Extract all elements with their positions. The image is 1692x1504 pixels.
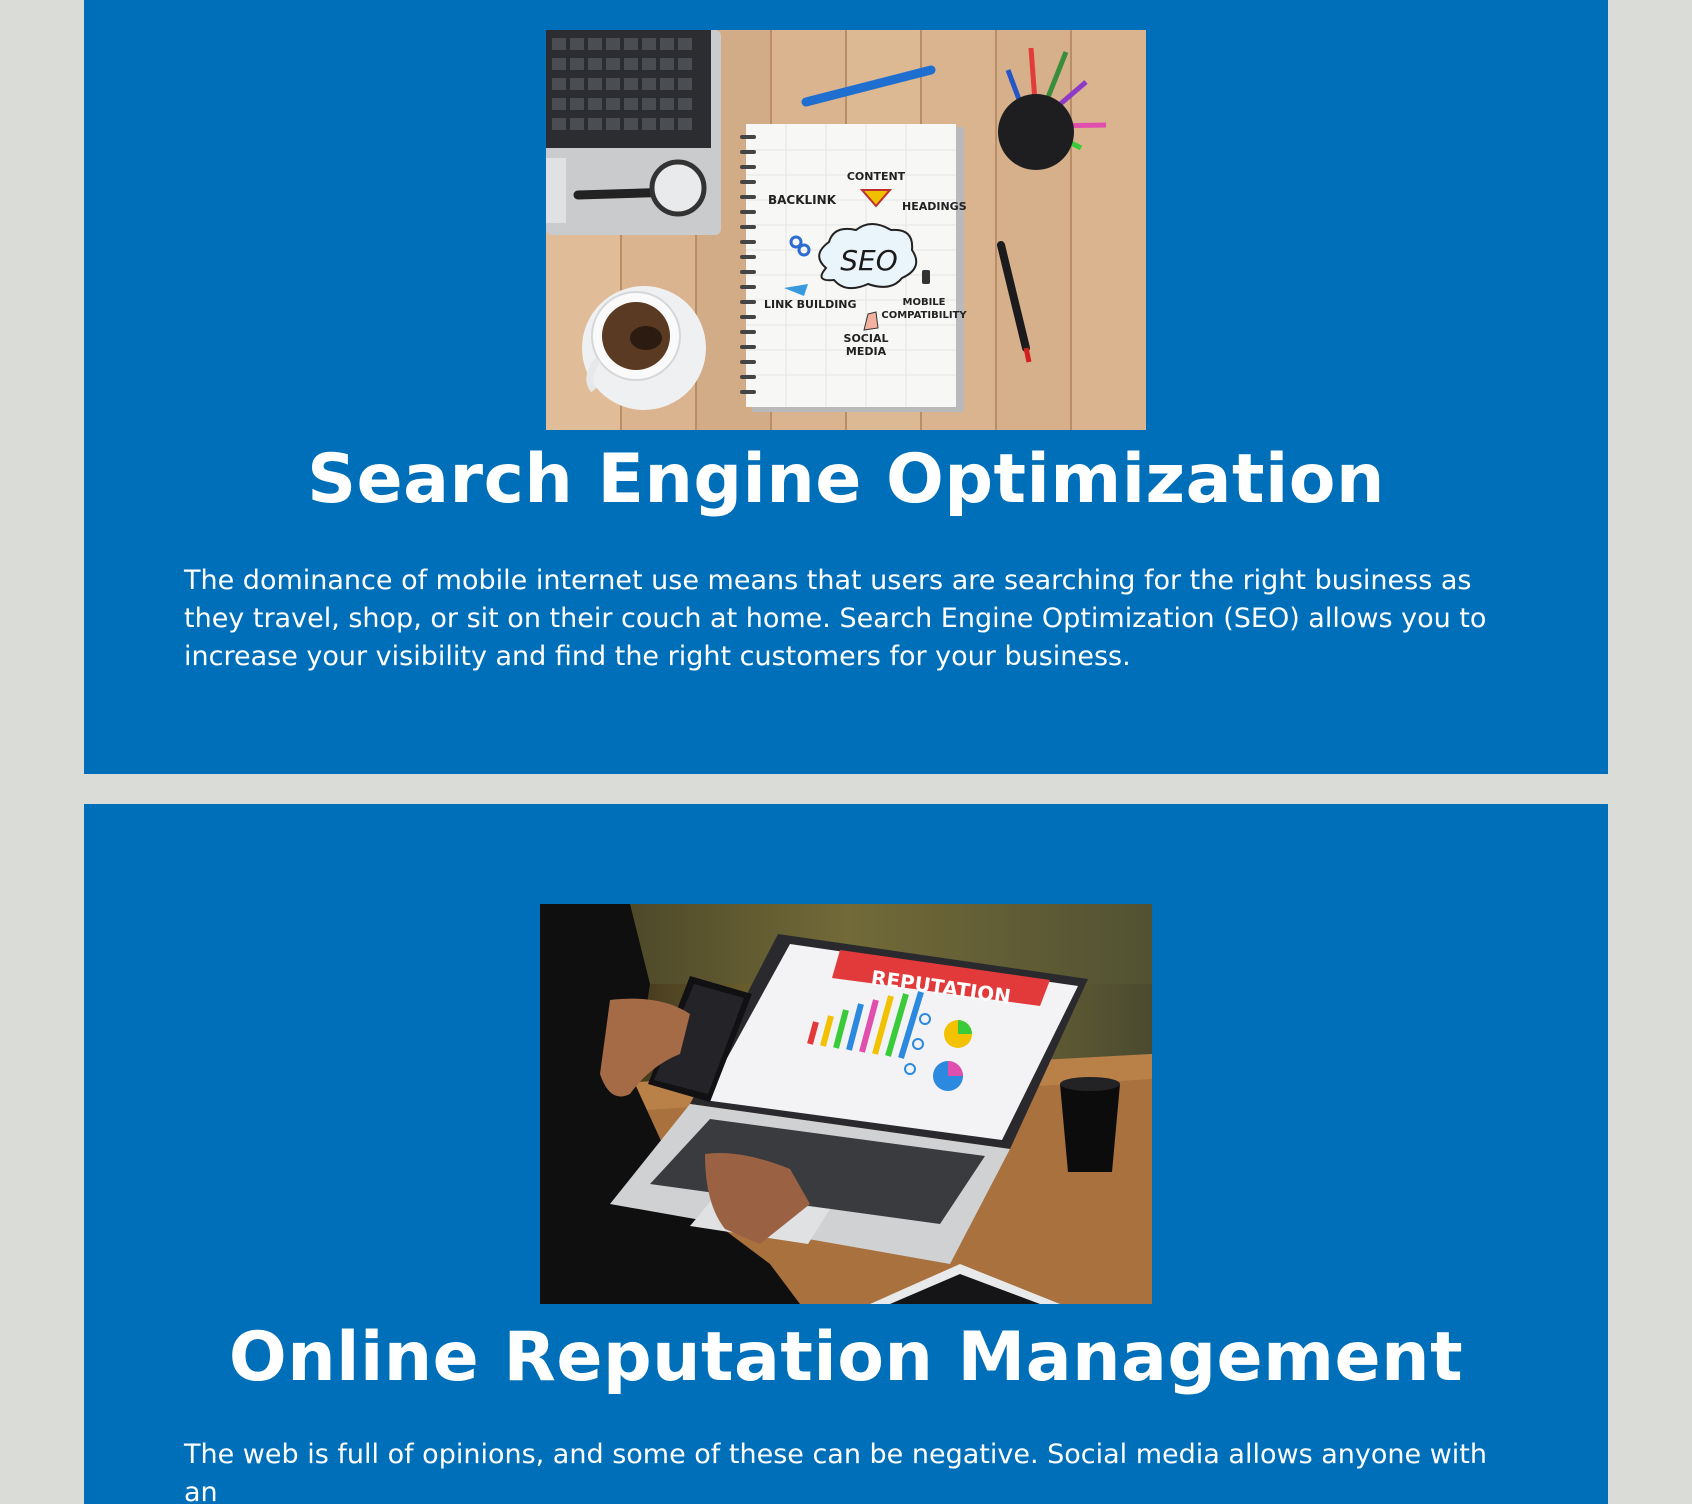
notebook-label-mobile: MOBILE xyxy=(903,297,946,308)
notebook-label-social: SOCIAL xyxy=(844,332,889,345)
notebook-label-backlink: BACKLINK xyxy=(768,193,837,207)
notebook-label-compatibility: COMPATIBILITY xyxy=(881,310,967,321)
reputation-body: The web is full of opinions, and some of… xyxy=(184,1439,1487,1504)
coffee-cup-icon xyxy=(582,286,706,410)
reputation-photo: REPUTATION xyxy=(540,904,1152,1304)
seo-title: Search Engine Optimization xyxy=(307,440,1385,519)
mug-icon xyxy=(1060,1077,1120,1172)
seo-illustration: CONTENT BACKLINK HEADINGS SEO LINK BUILD… xyxy=(546,30,1146,430)
seo-section: CONTENT BACKLINK HEADINGS SEO LINK BUILD… xyxy=(84,0,1608,774)
notebook-label-seo: SEO xyxy=(840,244,898,277)
reputation-illustration: REPUTATION xyxy=(540,904,1152,1304)
reputation-title: Online Reputation Management xyxy=(228,1318,1464,1397)
notebook-label-headings: HEADINGS xyxy=(902,200,967,213)
seo-body: The dominance of mobile internet use mea… xyxy=(184,565,1487,672)
seo-photo: CONTENT BACKLINK HEADINGS SEO LINK BUILD… xyxy=(546,30,1146,430)
notebook-label-content: CONTENT xyxy=(847,170,906,183)
notebook-label-link-building: LINK BUILDING xyxy=(764,298,857,311)
notebook-label-media: MEDIA xyxy=(846,345,887,358)
reputation-section: REPUTATION Online Reputation Management … xyxy=(84,804,1608,1504)
